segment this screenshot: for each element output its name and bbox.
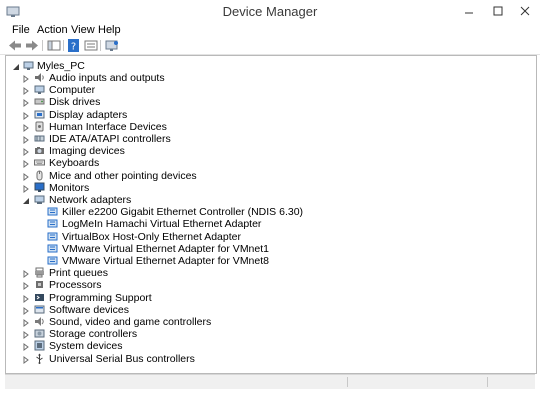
toolbar-separator — [63, 40, 64, 51]
maximize-button[interactable] — [484, 0, 512, 22]
hid-icon — [34, 121, 45, 132]
display-adapter-icon — [34, 109, 45, 120]
tree-category-label: Programming Support — [49, 291, 152, 304]
title-bar[interactable]: Device Manager — [0, 0, 540, 24]
computer-icon — [34, 84, 45, 95]
toolbar: ? — [0, 37, 540, 55]
expand-arrow-icon[interactable] — [22, 342, 30, 352]
tree-category-label: System devices — [49, 340, 123, 353]
tree-category-label: Print queues — [49, 267, 108, 280]
tree-category-label: Audio inputs and outputs — [49, 72, 165, 84]
expand-arrow-icon[interactable] — [22, 294, 30, 303]
tree-category-label: Software devices — [49, 303, 129, 316]
expand-arrow-icon[interactable] — [22, 147, 30, 157]
nic-icon — [47, 255, 58, 266]
back-arrow-icon[interactable] — [7, 38, 23, 53]
storage-icon — [34, 328, 45, 339]
tree-category-label: IDE ATA/ATAPI controllers — [49, 133, 171, 145]
tree-category-label: Keyboards — [49, 157, 100, 170]
expand-arrow-icon[interactable] — [22, 184, 30, 193]
mouse-icon — [34, 170, 45, 181]
tree-category-label: Disk drives — [49, 96, 101, 109]
tree-root-label: Myles_PC — [37, 60, 85, 72]
tree-category-label: Monitors — [49, 181, 90, 194]
programming-icon — [34, 292, 45, 303]
expand-arrow-icon[interactable] — [22, 355, 30, 364]
usb-icon — [34, 353, 45, 364]
status-divider — [487, 377, 488, 387]
expand-arrow-icon[interactable] — [22, 330, 30, 340]
expand-arrow-icon[interactable] — [22, 281, 30, 291]
menu-action[interactable]: Action — [37, 24, 68, 36]
forward-arrow-icon[interactable] — [24, 38, 40, 53]
processor-icon — [34, 279, 45, 290]
software-device-icon — [34, 304, 45, 315]
tree-category-label: Mice and other pointing devices — [49, 169, 197, 182]
minimize-button[interactable] — [455, 0, 483, 22]
camera-icon — [34, 145, 45, 156]
expand-arrow-icon[interactable] — [22, 318, 30, 327]
tree-device-label: VMware Virtual Ethernet Adapter for VMne… — [62, 242, 269, 255]
expand-arrow-icon[interactable] — [22, 74, 30, 83]
nic-icon — [47, 231, 58, 242]
expand-arrow-icon[interactable] — [22, 111, 30, 120]
tree-category-label: Human Interface Devices — [49, 120, 167, 133]
toolbar-separator — [100, 40, 101, 51]
menu-file[interactable]: File — [12, 24, 30, 36]
scan-hardware-changes-icon[interactable] — [104, 38, 120, 53]
speaker-icon — [34, 72, 45, 83]
status-divider — [347, 377, 348, 387]
menu-view[interactable]: View — [71, 24, 95, 36]
tree-category-label: Network adapters — [49, 194, 132, 206]
device-tree[interactable]: Myles_PC Audio inputs and outputs Compute… — [5, 55, 537, 374]
tree-category-label: Computer — [49, 84, 96, 97]
expand-arrow-icon[interactable] — [22, 86, 30, 96]
close-button[interactable] — [510, 0, 540, 22]
device-manager-window: Device Manager File Action View Help ? M… — [0, 0, 540, 394]
expand-arrow-icon[interactable] — [22, 98, 30, 108]
nic-icon — [47, 218, 58, 229]
tree-device-label: VMware Virtual Ethernet Adapter for VMne… — [62, 255, 269, 267]
tree-device-label: VirtualBox Host-Only Ethernet Adapter — [62, 230, 241, 243]
nic-icon — [47, 206, 58, 217]
expand-arrow-icon[interactable] — [22, 269, 30, 279]
help-icon[interactable]: ? — [66, 38, 82, 53]
tree-category-label: Imaging devices — [49, 145, 125, 158]
ide-controller-icon — [34, 133, 45, 144]
computer-icon — [23, 60, 34, 71]
tree-device-label: Killer e2200 Gigabit Ethernet Controller… — [62, 206, 304, 219]
expand-arrow-icon[interactable] — [22, 306, 30, 315]
toolbar-separator — [42, 40, 43, 51]
tree-category-label: Display adapters — [49, 108, 128, 121]
tree-category-label: Universal Serial Bus controllers — [49, 352, 195, 365]
expand-arrow-icon[interactable] — [22, 123, 30, 132]
menu-bar: File Action View Help — [0, 22, 540, 38]
tree-device-label: LogMeIn Hamachi Virtual Ethernet Adapter — [62, 218, 262, 231]
status-bar — [5, 374, 535, 389]
network-adapter-icon — [34, 194, 45, 205]
tree-category-label: Processors — [49, 279, 102, 292]
tree-category-label: Sound, video and game controllers — [49, 316, 212, 328]
monitor-icon — [34, 182, 45, 193]
keyboard-icon — [34, 157, 45, 168]
printer-icon — [34, 267, 45, 278]
properties-icon[interactable] — [83, 38, 99, 53]
collapse-arrow-icon[interactable] — [22, 196, 30, 204]
expand-arrow-icon[interactable] — [22, 159, 30, 169]
show-hide-console-tree-icon[interactable] — [46, 38, 62, 53]
svg-text:?: ? — [71, 42, 76, 53]
expand-arrow-icon[interactable] — [22, 172, 30, 181]
tree-category-label: Storage controllers — [49, 328, 138, 341]
system-icon — [34, 340, 45, 351]
nic-icon — [47, 243, 58, 254]
expand-arrow-icon[interactable] — [22, 135, 30, 144]
collapse-arrow-icon[interactable] — [12, 62, 20, 70]
menu-help[interactable]: Help — [98, 24, 121, 36]
disk-drive-icon — [34, 96, 45, 107]
sound-icon — [34, 316, 45, 327]
